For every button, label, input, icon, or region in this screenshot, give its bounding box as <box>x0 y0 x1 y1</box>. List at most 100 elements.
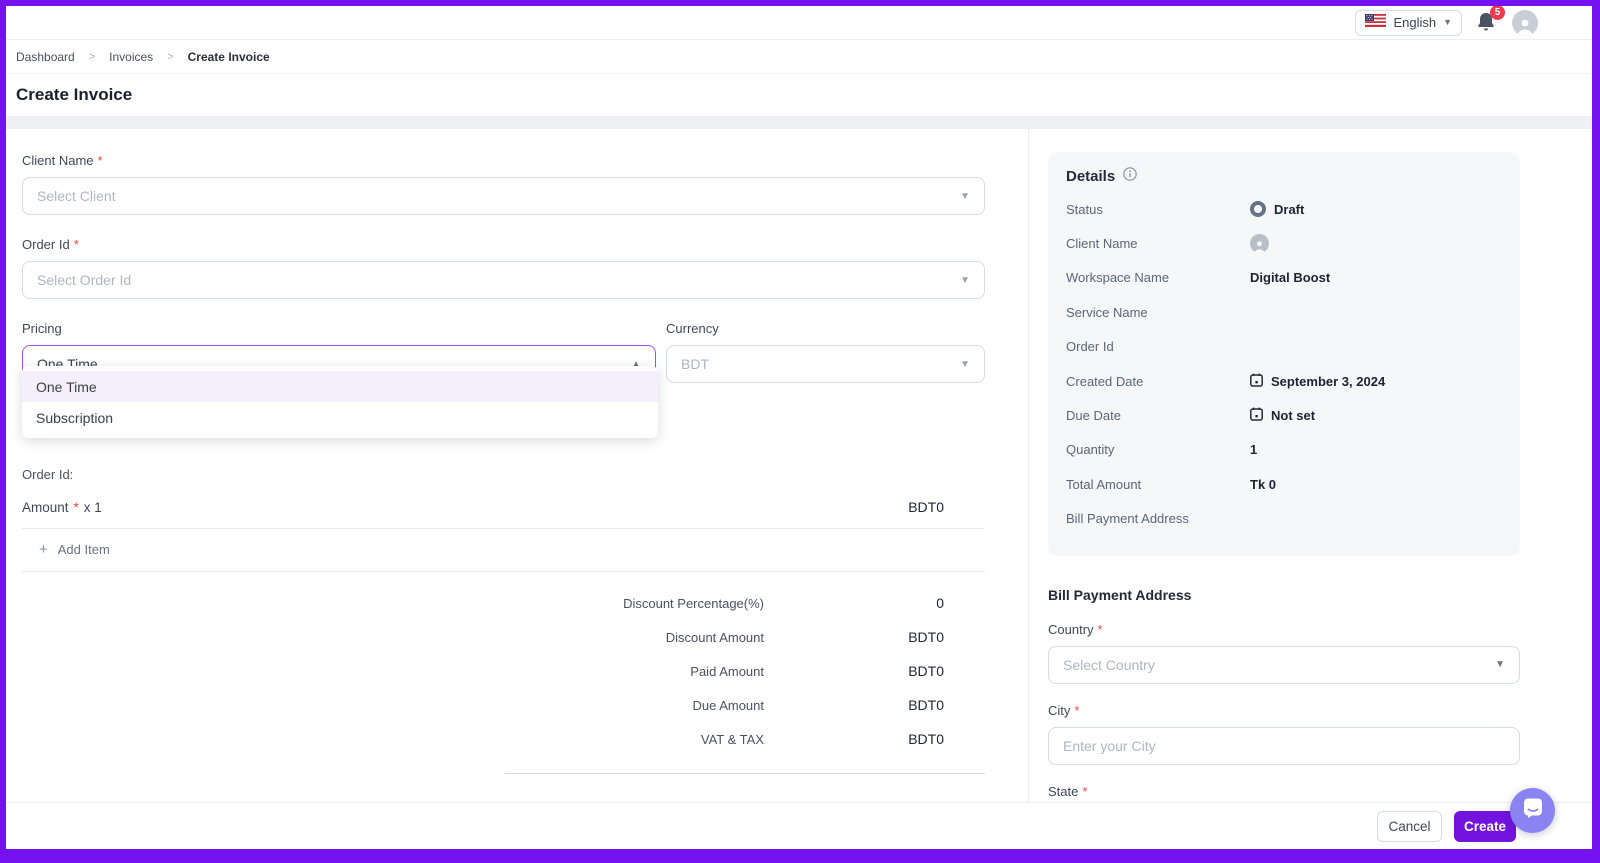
page-title: Create Invoice <box>16 85 133 104</box>
details-row-client-name: Client Name <box>1066 226 1502 260</box>
item-order-id-label: Order Id: <box>22 467 74 482</box>
pricing-option-subscription[interactable]: Subscription <box>22 402 658 433</box>
totals-row-discount-percentage: Discount Percentage(%) 0 <box>22 586 985 620</box>
info-icon[interactable] <box>1123 167 1138 186</box>
details-row-created-date: Created Date September 3, 2024 <box>1066 373 1386 390</box>
pricing-field-group: Pricing One Time ▲ One Time Subscription <box>22 321 658 438</box>
city-label: City * <box>1048 702 1080 718</box>
totals-label: VAT & TAX <box>700 731 764 747</box>
totals-row-discount-amount: Discount Amount BDT0 <box>22 620 985 654</box>
us-flag-icon <box>1365 13 1387 32</box>
amount-label: Amount * x 1 <box>22 499 102 515</box>
divider-band <box>6 116 1592 129</box>
totals-label: Discount Percentage(%) <box>623 595 764 611</box>
order-id-label: Order Id * <box>22 237 79 252</box>
details-total-amount-value: Tk 0 <box>1250 476 1277 492</box>
title-bar: Create Invoice <box>6 74 1592 116</box>
divider <box>22 528 985 529</box>
due-date-value: Not set <box>1271 408 1316 424</box>
details-row-due-date: Due Date Not set <box>1066 407 1316 424</box>
country-placeholder: Select Country <box>1063 656 1155 673</box>
details-row-quantity: Quantity 1 <box>1066 442 1258 458</box>
calendar-icon <box>1250 373 1263 390</box>
user-avatar[interactable] <box>1512 9 1538 36</box>
status-value: Draft <box>1274 201 1305 217</box>
country-label: Country * <box>1048 621 1103 637</box>
chat-launcher-button[interactable] <box>1510 788 1555 833</box>
currency-select[interactable]: BDT ▼ <box>666 345 985 383</box>
breadcrumb-dashboard[interactable]: Dashboard <box>16 50 75 64</box>
order-id-select[interactable]: Select Order Id ▼ <box>22 261 985 299</box>
currency-value: BDT <box>681 356 709 372</box>
totals-value: 0 <box>936 595 944 611</box>
details-row-order-id: Order Id <box>1066 339 1114 355</box>
chevron-down-icon: ▼ <box>960 358 970 370</box>
add-item-button[interactable]: + Add Item <box>39 541 985 558</box>
order-id-field-group: Order Id * Select Order Id ▼ <box>22 237 985 299</box>
client-name-label: Client Name * <box>22 153 103 168</box>
totals-row-paid-amount: Paid Amount BDT0 <box>22 654 985 688</box>
amount-item-row: Amount * x 1 BDT0 <box>22 499 985 515</box>
totals-label: Discount Amount <box>665 629 764 645</box>
totals-label: Paid Amount <box>690 663 764 679</box>
client-name-select[interactable]: Select Client ▼ <box>22 177 985 215</box>
chat-icon <box>1522 797 1544 824</box>
create-button[interactable]: Create <box>1454 810 1516 842</box>
pricing-label: Pricing <box>22 321 62 336</box>
bill-payment-address-heading: Bill Payment Address <box>1048 586 1192 603</box>
totals-row-total-amount: Total Amount BDT0 <box>22 792 985 802</box>
invoice-sidebar: Details Status Draft Client Name Workspa… <box>1028 129 1592 802</box>
total-divider <box>505 773 985 774</box>
quantity-value: 1 <box>1250 442 1258 458</box>
main-content: Client Name * Select Client ▼ Order Id * S… <box>6 129 1592 802</box>
breadcrumb-separator-icon: > <box>88 50 96 63</box>
cancel-button[interactable]: Cancel <box>1377 810 1442 842</box>
client-avatar-icon <box>1250 234 1269 254</box>
divider <box>22 571 985 572</box>
chevron-down-icon: ▼ <box>960 274 970 286</box>
state-label: State * <box>1048 783 1088 799</box>
client-name-field-group: Client Name * Select Client ▼ <box>22 153 985 215</box>
notifications-button[interactable]: 5 <box>1476 6 1505 35</box>
breadcrumb-invoices[interactable]: Invoices <box>109 50 153 64</box>
details-row-total-amount: Total Amount Tk 0 <box>1066 476 1277 492</box>
workspace-name-value: Digital Boost <box>1250 270 1331 286</box>
amount-value: BDT0 <box>908 499 944 515</box>
chevron-down-icon: ▼ <box>960 190 970 202</box>
details-panel: Details Status Draft Client Name Workspa… <box>1048 152 1520 556</box>
totals-value: BDT0 <box>908 697 944 713</box>
chevron-down-icon: ▼ <box>1495 659 1505 671</box>
plus-icon: + <box>39 541 48 558</box>
details-row-service-name: Service Name <box>1066 304 1148 320</box>
pricing-dropdown-menu: One Time Subscription <box>22 366 658 438</box>
currency-field-group: Currency BDT ▼ <box>666 321 985 383</box>
details-row-status: Status Draft <box>1066 201 1305 218</box>
footer-action-bar: Cancel Create <box>6 802 1592 849</box>
details-row-workspace-name: Workspace Name Digital Boost <box>1066 270 1331 286</box>
breadcrumb: Dashboard > Invoices > Create Invoice <box>6 40 1592 74</box>
city-input[interactable] <box>1048 726 1520 765</box>
totals-value: BDT0 <box>908 629 944 645</box>
details-title: Details <box>1066 168 1116 185</box>
country-select[interactable]: Select Country ▼ <box>1048 645 1520 684</box>
totals-row-due-amount: Due Amount BDT0 <box>22 688 985 722</box>
created-date-value: September 3, 2024 <box>1271 373 1386 389</box>
totals-row-vat-tax: VAT & TAX BDT0 <box>22 722 985 756</box>
totals-value: BDT0 <box>908 663 944 679</box>
order-id-placeholder: Select Order Id <box>37 272 132 288</box>
pricing-option-one-time[interactable]: One Time <box>22 371 658 402</box>
top-bar: English ▼ 5 <box>6 6 1592 40</box>
pricing-currency-row: Pricing One Time ▲ One Time Subscription… <box>22 321 985 438</box>
language-selector[interactable]: English ▼ <box>1355 9 1462 36</box>
totals-value: BDT0 <box>908 731 944 747</box>
add-item-label: Add Item <box>57 542 110 557</box>
totals-label: Due Amount <box>692 697 764 713</box>
client-name-placeholder: Select Client <box>37 188 116 204</box>
currency-label: Currency <box>666 321 719 336</box>
breadcrumb-separator-icon: > <box>167 50 174 63</box>
details-row-bill-payment-address: Bill Payment Address <box>1066 511 1189 527</box>
breadcrumb-create-invoice: Create Invoice <box>187 49 270 64</box>
status-draft-icon <box>1250 201 1266 218</box>
notification-badge: 5 <box>1490 6 1505 20</box>
calendar-icon <box>1250 407 1263 424</box>
